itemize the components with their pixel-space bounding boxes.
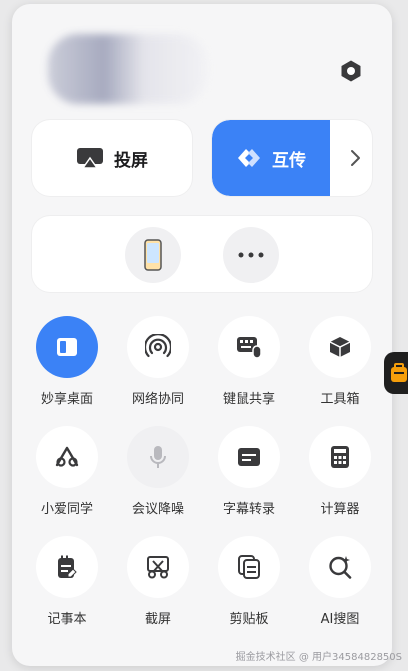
network-collab-circle[interactable] — [127, 316, 189, 378]
grid-label: 字幕转录 — [222, 502, 275, 517]
more-devices-button[interactable] — [223, 227, 279, 283]
grid-label: 小爱同学 — [40, 502, 93, 517]
xiaoai-icon — [55, 446, 79, 467]
more-dots-icon — [238, 252, 264, 258]
grid-item-noise-reduction[interactable]: 会议降噪 — [113, 426, 203, 526]
transfer-card: 互传 — [212, 120, 372, 196]
grid-label: AI搜图 — [320, 612, 360, 627]
transfer-expand-button[interactable] — [338, 120, 372, 196]
grid-label: 键鼠共享 — [222, 392, 275, 407]
subtitle-circle[interactable] — [218, 426, 280, 488]
notepad-icon — [58, 555, 77, 578]
chevron-right-icon — [351, 150, 360, 166]
grid-item-network-collab[interactable]: 网络协同 — [113, 316, 203, 416]
watermark-text: 掘金技术社区 @ 用户3458482850S — [235, 652, 402, 663]
share-desktop-circle[interactable] — [36, 316, 98, 378]
grid-item-screenshot[interactable]: 截屏 — [113, 536, 203, 636]
grid-label: 剪贴板 — [229, 612, 269, 627]
grid-label: 截屏 — [144, 612, 171, 627]
transfer-button[interactable]: 互传 — [212, 120, 330, 196]
box-icon — [329, 337, 351, 357]
microphone-icon — [150, 446, 166, 468]
grid-item-notepad[interactable]: 记事本 — [22, 536, 112, 636]
grid-label: 会议降噪 — [131, 502, 184, 517]
phone-icon — [144, 239, 162, 271]
grid-label: 计算器 — [320, 502, 360, 517]
signal-icon — [145, 334, 171, 358]
grid-item-keyboard-mouse[interactable]: 键鼠共享 — [204, 316, 294, 416]
clipboard-circle[interactable] — [218, 536, 280, 598]
noise-reduction-circle[interactable] — [127, 426, 189, 488]
grid-item-calculator[interactable]: 计算器 — [295, 426, 385, 526]
keyboard-mouse-circle[interactable] — [218, 316, 280, 378]
screen-cast-button[interactable]: 投屏 — [32, 120, 192, 196]
cast-icon — [77, 148, 103, 169]
settings-button[interactable] — [338, 58, 364, 84]
calculator-circle[interactable] — [309, 426, 371, 488]
account-avatar-blurred[interactable] — [48, 34, 208, 104]
transfer-logo-icon — [238, 149, 260, 167]
gear-hexagon-icon — [341, 60, 361, 82]
toolbox-orange-icon — [391, 363, 407, 382]
scissors-icon — [147, 556, 169, 579]
grid-label: 记事本 — [47, 612, 87, 627]
transfer-label: 互传 — [272, 150, 306, 171]
grid-item-toolbox[interactable]: 工具箱 — [295, 316, 385, 416]
grid-item-xiaoai[interactable]: 小爱同学 — [22, 426, 112, 526]
toolbox-circle[interactable] — [309, 316, 371, 378]
screenshot-circle[interactable] — [127, 536, 189, 598]
subtitle-icon — [238, 448, 260, 466]
grid-item-ai-search[interactable]: AI搜图 — [295, 536, 385, 636]
grid-label: 工具箱 — [320, 392, 360, 407]
ai-search-circle[interactable] — [309, 536, 371, 598]
device-phone-button[interactable] — [125, 227, 181, 283]
side-toolbar-tab[interactable] — [384, 352, 408, 394]
control-center-panel: 投屏 互传 妙享桌面 网络协同 键鼠共享 工具箱 小爱同学 会议降噪 字幕转录 … — [12, 4, 392, 666]
xiaoai-circle[interactable] — [36, 426, 98, 488]
grid-label: 妙享桌面 — [40, 392, 93, 407]
calculator-icon — [331, 446, 349, 468]
window-icon — [57, 338, 77, 356]
grid-label: 网络协同 — [131, 392, 184, 407]
grid-item-clipboard[interactable]: 剪贴板 — [204, 536, 294, 636]
keyboard-mouse-icon — [237, 337, 262, 359]
screen-cast-label: 投屏 — [114, 150, 148, 171]
clipboard-icon — [238, 555, 260, 579]
grid-item-share-desktop[interactable]: 妙享桌面 — [22, 316, 112, 416]
ai-search-icon — [329, 556, 352, 579]
nearby-devices-card — [32, 216, 372, 292]
notepad-circle[interactable] — [36, 536, 98, 598]
grid-item-subtitle[interactable]: 字幕转录 — [204, 426, 294, 526]
